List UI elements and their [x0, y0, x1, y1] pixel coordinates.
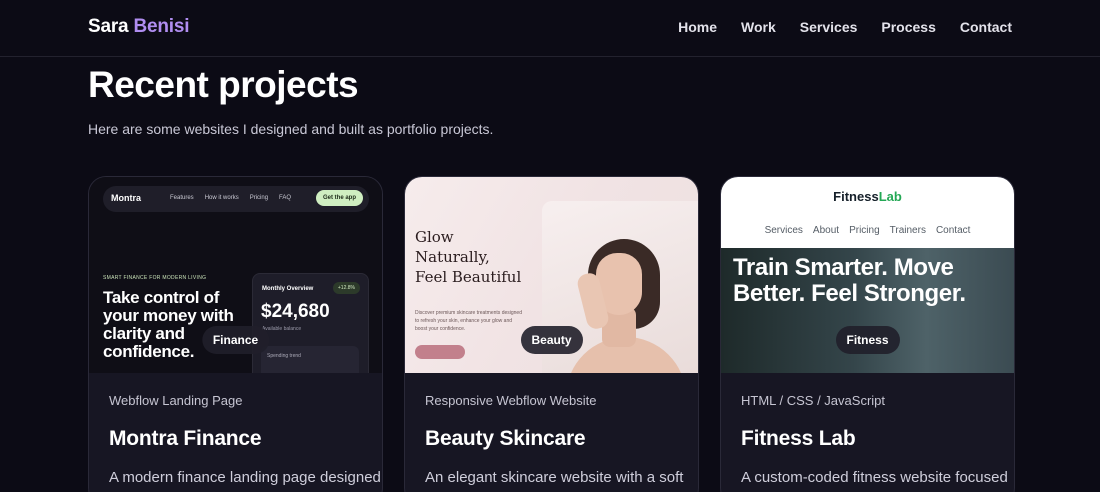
project-title[interactable]: Beauty Skincare — [425, 427, 678, 451]
section-subtitle: Here are some websites I designed and bu… — [88, 121, 494, 137]
brand-last-name: Benisi — [133, 16, 190, 37]
preview-nav-link: Contact — [935, 225, 971, 236]
preview-nav-link: About — [812, 225, 840, 236]
project-type: Webflow Landing Page — [109, 393, 243, 408]
preview-headline: Train Smarter. Move Better. Feel Stronge… — [733, 254, 966, 307]
section-title: Recent projects — [88, 64, 359, 105]
card-body: HTML / CSS / JavaScript Fitness Lab A cu… — [721, 373, 1014, 486]
preview-spending-label: Spending trend — [267, 353, 301, 359]
preview-logo: Montra — [111, 193, 141, 203]
project-thumbnail: Montra Features How it works Pricing FAQ… — [89, 177, 382, 373]
project-thumbnail: FitnessLab Services About Pricing Traine… — [721, 177, 1014, 373]
preview-eyebrow: SMART FINANCE FOR MODERN LIVING — [103, 275, 207, 281]
main-nav: Home Work Services Process Contact — [678, 19, 1012, 35]
project-title[interactable]: Montra Finance — [109, 427, 362, 451]
preview-nav-links: Services About Pricing Trainers Contact — [721, 225, 1014, 236]
brand-logo[interactable]: Sara Benisi — [88, 16, 190, 38]
project-card-beauty[interactable]: Glow Naturally, Feel Beautiful Discover … — [404, 176, 699, 492]
project-thumbnail: Glow Naturally, Feel Beautiful Discover … — [405, 177, 698, 373]
preview-nav-link: Pricing — [849, 225, 880, 236]
preview-amount: $24,680 — [261, 301, 330, 322]
project-card-montra[interactable]: Montra Features How it works Pricing FAQ… — [88, 176, 383, 492]
project-description: A custom-coded fitness website focused — [741, 469, 1008, 486]
project-card-fitness[interactable]: FitnessLab Services About Pricing Traine… — [720, 176, 1015, 492]
preview-nav-link: Pricing — [249, 195, 269, 201]
project-description: An elegant skincare website with a soft — [425, 469, 684, 486]
project-description: A modern finance landing page designed — [109, 469, 381, 486]
preview-headline: Glow Naturally, Feel Beautiful — [415, 228, 522, 286]
project-cards: Montra Features How it works Pricing FAQ… — [88, 176, 1015, 492]
preview-panel-badge: +12.8% — [332, 282, 360, 294]
category-pill: Fitness — [835, 326, 900, 354]
card-body: Webflow Landing Page Montra Finance A mo… — [89, 373, 382, 486]
brand-first-name: Sara — [88, 16, 129, 37]
category-pill: Finance — [201, 326, 270, 354]
nav-work[interactable]: Work — [741, 19, 776, 35]
site-header: Sara Benisi Home Work Services Process C… — [0, 0, 1100, 57]
category-pill: Beauty — [520, 326, 583, 354]
preview-nav-link: Trainers — [889, 225, 926, 236]
preview-amount-caption: Available balance — [262, 326, 302, 332]
preview-logo-primary: Fitness — [833, 189, 879, 204]
nav-process[interactable]: Process — [881, 19, 935, 35]
preview-button — [415, 345, 465, 359]
project-type: Responsive Webflow Website — [425, 393, 597, 408]
preview-overview-panel: Monthly Overview +12.8% $24,680 Availabl… — [252, 273, 369, 373]
project-title[interactable]: Fitness Lab — [741, 427, 994, 451]
preview-nav-link: Features — [170, 195, 194, 201]
preview-nav-link: Services — [764, 225, 803, 236]
preview-logo: FitnessLab — [721, 189, 1014, 204]
preview-nav-link: How it works — [204, 195, 239, 201]
nav-home[interactable]: Home — [678, 19, 717, 35]
card-body: Responsive Webflow Website Beauty Skinca… — [405, 373, 698, 486]
preview-logo-accent: Lab — [878, 189, 902, 204]
preview-navbar: Montra Features How it works Pricing FAQ… — [103, 186, 369, 212]
preview-nav-link: FAQ — [279, 195, 292, 201]
preview-panel-label: Monthly Overview — [262, 286, 314, 292]
preview-nav-links: Features How it works Pricing FAQ — [170, 195, 291, 201]
project-type: HTML / CSS / JavaScript — [741, 393, 885, 408]
preview-copy: Discover premium skincare treatments des… — [415, 310, 522, 332]
nav-services[interactable]: Services — [800, 19, 858, 35]
preview-cta: Get the app — [315, 190, 363, 206]
nav-contact[interactable]: Contact — [960, 19, 1012, 35]
preview-hero: Train Smarter. Move Better. Feel Stronge… — [721, 248, 1014, 373]
preview-spending-box: Spending trend — [261, 346, 359, 373]
